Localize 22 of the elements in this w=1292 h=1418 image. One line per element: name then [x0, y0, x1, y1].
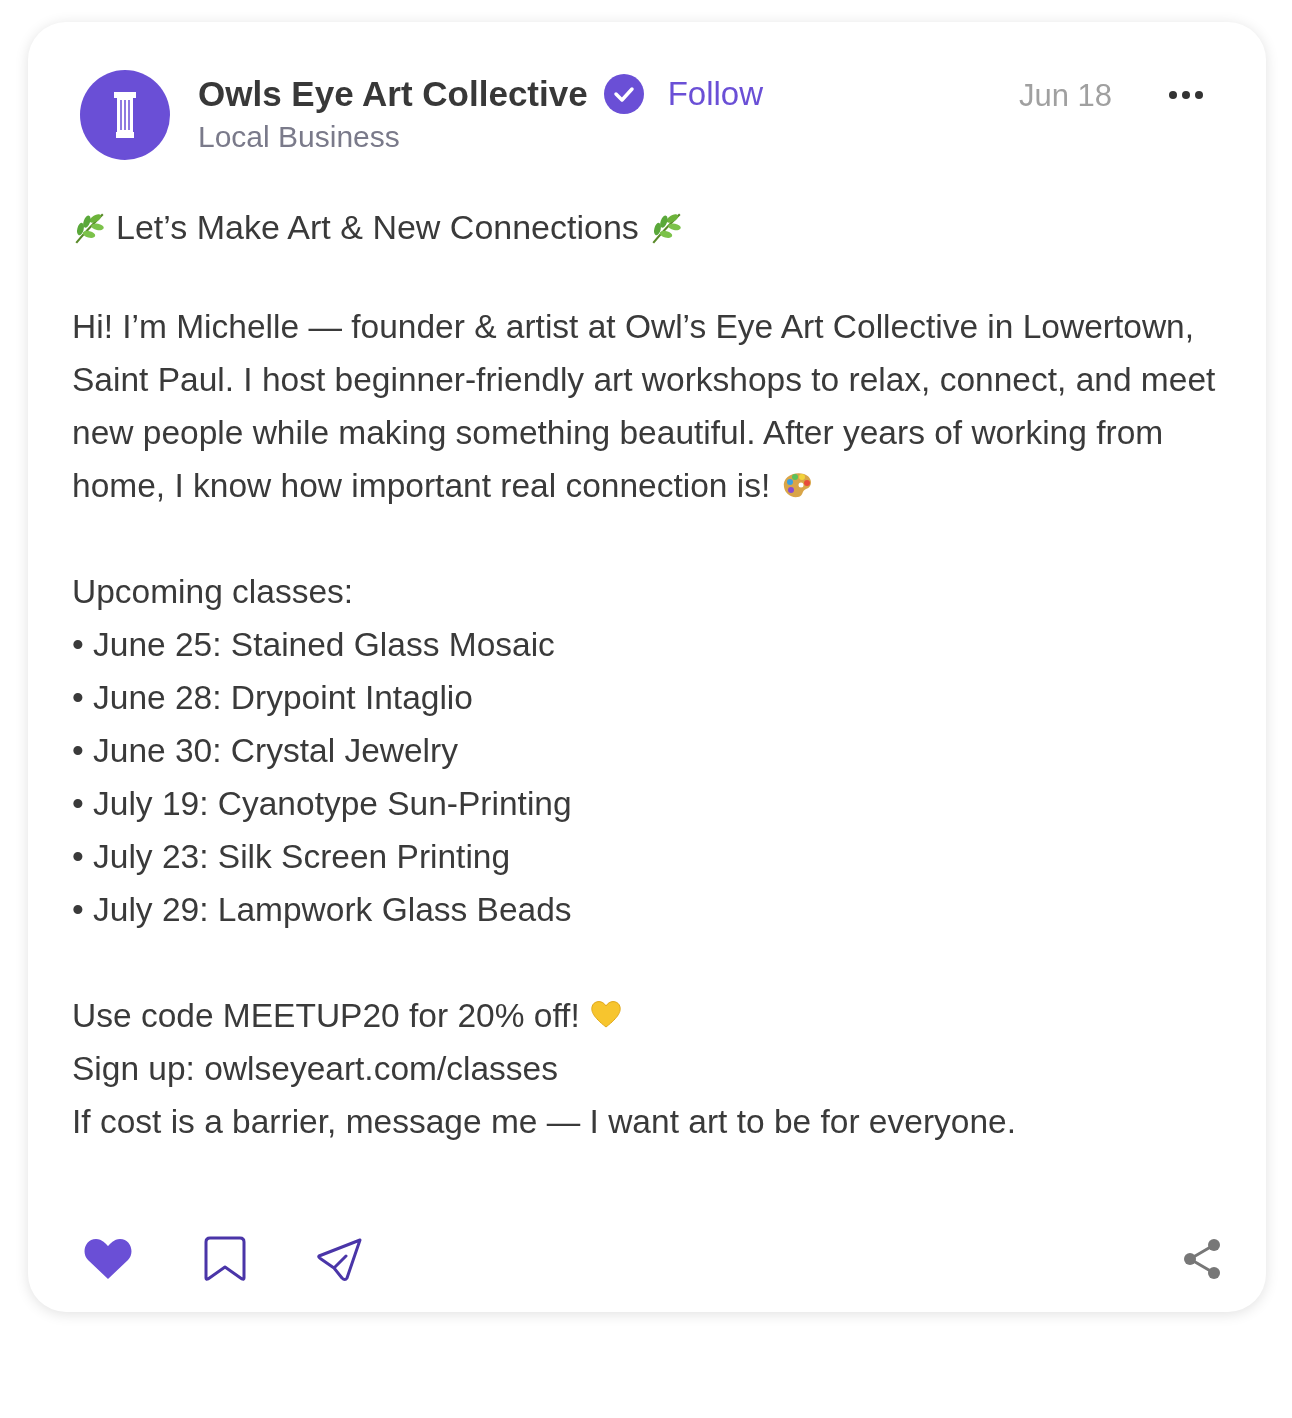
footer-line: If cost is a barrier, message me — I want art to be for everyone.	[72, 1102, 1017, 1142]
like-heart-icon[interactable]	[82, 1236, 134, 1282]
intro-paragraph: Hi! I’m Michelle — founder & artist at Owl’s Eye Art Collective in Lowertown, Saint Paul. I host beginner-friendly art workshops to relax, connect, and meet new people while making something beautiful. After years of working from home, I know how important real connection is!	[72, 307, 1217, 506]
send-plane-icon[interactable]	[316, 1236, 364, 1282]
classes-heading: Upcoming classes:	[72, 572, 355, 612]
signup-line: Sign up: owlseyeart.com/classes	[72, 1049, 559, 1089]
avatar-column-icon[interactable]	[80, 70, 170, 160]
class-item: • June 25: Stained Glass Mosaic	[72, 625, 556, 665]
class-item: • July 23: Silk Screen Printing	[72, 837, 512, 877]
class-item: • June 28: Drypoint Intaglio	[72, 678, 474, 718]
author-category: Local Business	[198, 120, 401, 154]
class-item: • July 29: Lampwork Glass Beads	[72, 890, 573, 930]
follow-link[interactable]: Follow	[667, 75, 764, 113]
author-name[interactable]: Owls Eye Art Collective	[198, 74, 588, 114]
post-date: Jun 18	[1018, 77, 1112, 114]
more-options-icon[interactable]	[1168, 90, 1204, 100]
class-item: • June 30: Crystal Jewelry	[72, 731, 459, 771]
class-item: • July 19: Cyanotype Sun-Printing	[72, 784, 573, 824]
post-title: Let’s Make Art & New Connections	[116, 208, 639, 247]
share-icon[interactable]	[1182, 1238, 1222, 1280]
bookmark-icon[interactable]	[204, 1236, 246, 1282]
footer-line: Use code MEETUP20 for 20% off!	[72, 989, 1222, 1042]
